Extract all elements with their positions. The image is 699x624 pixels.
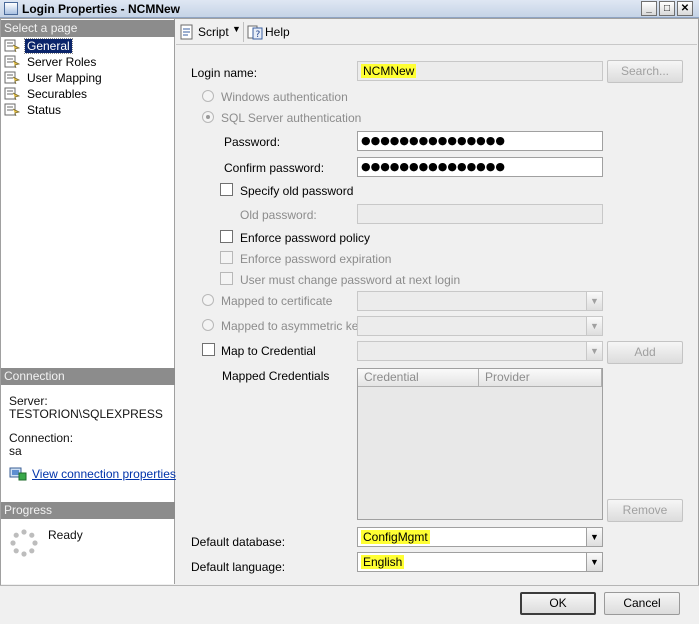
windows-authentication-label: Windows authentication xyxy=(221,90,348,104)
nav-item-status[interactable]: Status xyxy=(4,102,164,118)
progress-header: Progress xyxy=(1,502,175,519)
chevron-down-icon: ▼ xyxy=(586,292,602,310)
nav-item-user-mapping[interactable]: User Mapping xyxy=(4,70,164,86)
progress-spinner-icon xyxy=(10,529,38,557)
login-name-input[interactable]: NCMNew xyxy=(357,61,603,81)
map-to-credential-label: Map to Credential xyxy=(221,344,316,358)
old-password-label: Old password: xyxy=(240,208,317,222)
specify-old-password-checkbox[interactable] xyxy=(220,183,233,196)
chevron-down-icon: ▼ xyxy=(586,342,602,360)
mapped-asymmetric-key-radio[interactable] xyxy=(202,319,214,331)
password-label: Password: xyxy=(224,135,281,149)
toolbar-separator xyxy=(243,22,244,42)
search-button[interactable]: Search... xyxy=(607,60,683,83)
progress-status: Ready xyxy=(48,528,83,542)
login-name-value: NCMNew xyxy=(361,64,417,78)
sql-authentication-radio[interactable] xyxy=(202,111,214,123)
nav-item-label: Securables xyxy=(27,87,88,101)
connection-label: Connection: xyxy=(9,431,74,445)
page-icon xyxy=(4,71,20,84)
server-value: TESTORION\SQLEXPRESS xyxy=(9,407,163,421)
remove-button[interactable]: Remove xyxy=(607,499,683,522)
window-icon xyxy=(4,2,18,15)
ok-button[interactable]: OK xyxy=(520,592,596,615)
script-icon xyxy=(180,24,193,40)
close-button[interactable]: ✕ xyxy=(677,1,693,16)
mapped-credentials-grid[interactable] xyxy=(357,368,603,520)
grid-column-credential[interactable]: Credential xyxy=(358,369,479,387)
default-language-value: English xyxy=(361,555,405,569)
default-language-select[interactable]: English ▼ xyxy=(357,552,603,572)
chevron-down-icon: ▼ xyxy=(586,553,602,571)
sql-authentication-label: SQL Server authentication xyxy=(221,111,362,125)
nav-item-label: User Mapping xyxy=(27,71,102,85)
window-title: Login Properties - NCMNew xyxy=(22,2,181,16)
nav-item-securables[interactable]: Securables xyxy=(4,86,164,102)
select-page-header: Select a page xyxy=(1,20,175,37)
default-database-select[interactable]: ConfigMgmt ▼ xyxy=(357,527,603,547)
default-database-label: Default database: xyxy=(191,535,286,549)
nav-item-label: Server Roles xyxy=(27,55,97,69)
help-button[interactable]: Help xyxy=(265,25,290,39)
page-icon xyxy=(4,55,20,68)
add-button[interactable]: Add xyxy=(607,341,683,364)
old-password-input[interactable] xyxy=(357,204,603,224)
confirm-password-label: Confirm password: xyxy=(224,161,325,175)
svg-text:?: ? xyxy=(256,30,261,40)
password-input[interactable]: ●●●●●●●●●●●●●●● xyxy=(357,131,603,151)
minimize-button[interactable]: _ xyxy=(641,1,657,16)
certificate-select[interactable]: ▼ xyxy=(357,291,603,311)
page-icon xyxy=(4,87,20,100)
asymmetric-key-select[interactable]: ▼ xyxy=(357,316,603,336)
nav-item-general[interactable]: General xyxy=(4,38,164,54)
windows-authentication-radio[interactable] xyxy=(202,90,214,102)
login-name-label: Login name: xyxy=(191,66,258,80)
script-button[interactable]: Script xyxy=(198,25,229,39)
script-dropdown-arrow-icon[interactable]: ▼ xyxy=(232,24,241,34)
page-icon xyxy=(4,103,20,116)
mapped-certificate-label: Mapped to certificate xyxy=(221,294,333,308)
chevron-down-icon: ▼ xyxy=(586,528,602,546)
help-icon: ? xyxy=(247,25,263,40)
maximize-button[interactable]: □ xyxy=(659,1,675,16)
default-database-value: ConfigMgmt xyxy=(361,530,430,544)
enforce-password-policy-label: Enforce password policy xyxy=(240,231,371,245)
page-icon xyxy=(4,39,20,52)
confirm-password-input[interactable]: ●●●●●●●●●●●●●●● xyxy=(357,157,603,177)
grid-column-provider[interactable]: Provider xyxy=(479,369,602,387)
cancel-button[interactable]: Cancel xyxy=(604,592,680,615)
connection-properties-icon xyxy=(9,467,27,481)
nav-item-server-roles[interactable]: Server Roles xyxy=(4,54,164,70)
mapped-certificate-radio[interactable] xyxy=(202,294,214,306)
must-change-password-label: User must change password at next login xyxy=(240,273,461,287)
mapped-credentials-label: Mapped Credentials xyxy=(222,369,330,383)
server-label: Server: xyxy=(9,394,48,408)
nav-item-label: Status xyxy=(27,103,62,117)
nav-item-label: General xyxy=(24,38,73,54)
connection-header: Connection xyxy=(1,368,175,385)
enforce-password-expiration-label: Enforce password expiration xyxy=(240,252,392,266)
mapped-asymmetric-key-label: Mapped to asymmetric key xyxy=(221,319,365,333)
chevron-down-icon: ▼ xyxy=(586,317,602,335)
credential-select[interactable]: ▼ xyxy=(357,341,603,361)
connection-value: sa xyxy=(9,444,22,458)
default-language-label: Default language: xyxy=(191,560,286,574)
specify-old-password-label: Specify old password xyxy=(240,184,354,198)
map-to-credential-checkbox[interactable] xyxy=(202,343,215,356)
enforce-password-policy-checkbox[interactable] xyxy=(220,230,233,243)
must-change-password-checkbox[interactable] xyxy=(220,272,233,285)
view-connection-properties-link[interactable]: View connection properties xyxy=(32,467,176,481)
enforce-password-expiration-checkbox[interactable] xyxy=(220,251,233,264)
